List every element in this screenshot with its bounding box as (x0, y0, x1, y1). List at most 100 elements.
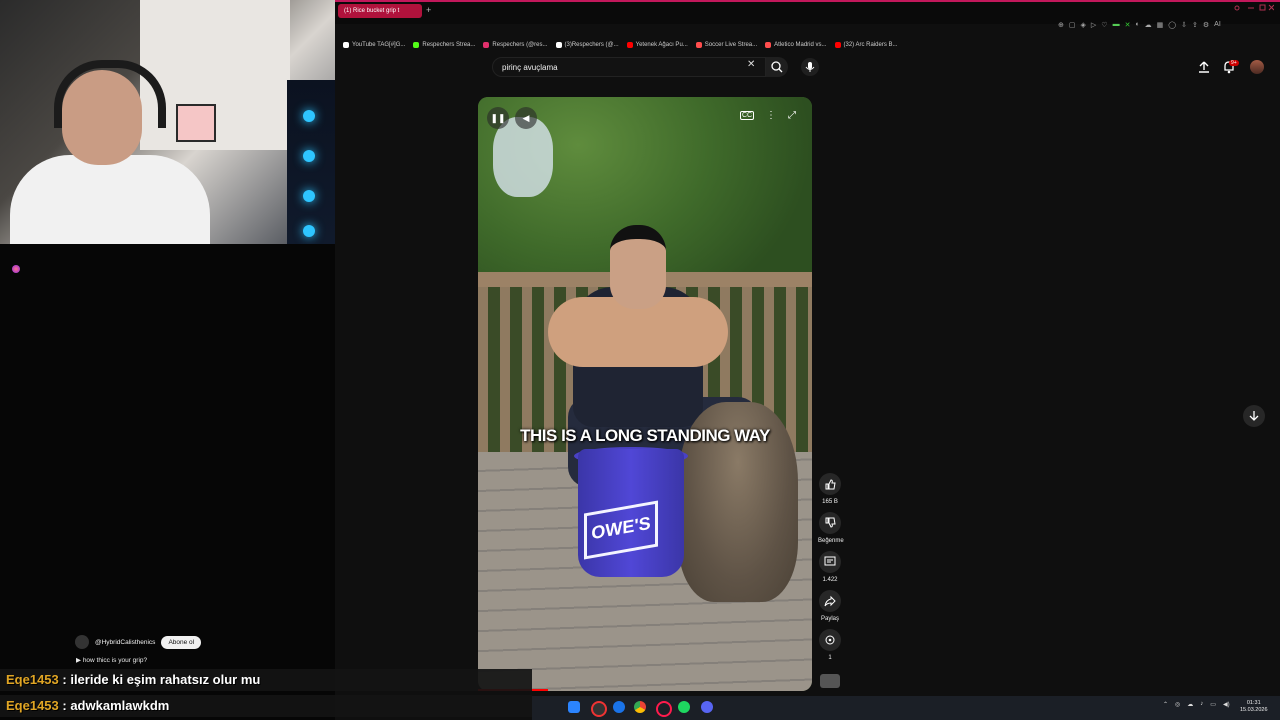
share-icon[interactable]: ⇪ (1192, 21, 1198, 35)
edge-icon[interactable] (613, 701, 625, 713)
chat-username: Eqe1453 (6, 698, 59, 713)
mute-button[interactable]: ◀ (515, 107, 537, 129)
obs-icon[interactable] (591, 701, 607, 717)
bookmark-favicon-icon (765, 42, 772, 48)
bookmark-item[interactable]: Atletico Madrid vs... (765, 38, 827, 52)
account-avatar[interactable] (1250, 60, 1264, 74)
shorts-video-player[interactable]: OWE'S (478, 97, 812, 691)
bookmark-label: Soccer Live Strea... (704, 42, 758, 48)
like-count: 165 B (822, 499, 838, 505)
subscribe-button[interactable]: Abone ol (161, 635, 202, 649)
browser-tab-active[interactable]: (1) Rice bucket grip t (338, 4, 422, 18)
chat-message: Eqe1453 : ileride ki eşim rahatsız olur … (0, 669, 532, 691)
create-upload-icon[interactable] (1197, 60, 1211, 79)
comments-button[interactable]: 1.422 (818, 551, 842, 583)
extension-icon[interactable]: ✕ (1125, 21, 1131, 35)
bookmark-item[interactable]: YouTube TAG[#]G... (343, 38, 405, 52)
bookmark-item[interactable]: Yetenek Ağacı Pu... (626, 38, 688, 52)
bookmark-item[interactable]: Soccer Live Strea... (695, 38, 758, 52)
video-title[interactable]: ▶ how thicc is your grip? (76, 656, 147, 664)
window-controls-icon[interactable] (1234, 4, 1275, 12)
cloud-icon[interactable]: ☁ (1187, 701, 1193, 708)
comment-count: 1.422 (822, 577, 838, 583)
chat-text: : ileride ki eşim rahatsız olur mu (62, 672, 261, 687)
next-video-button[interactable] (1243, 405, 1265, 427)
bookmark-favicon-icon (555, 42, 562, 48)
cc-icon: CC (742, 112, 753, 119)
mic-icon[interactable]: ♪ (1200, 701, 1203, 708)
bookmark-item[interactable]: (3)Respechers (@... (555, 38, 619, 52)
vpn-icon[interactable]: ◐ (1135, 21, 1139, 35)
sound-thumbnail[interactable] (820, 674, 840, 688)
bookmark-label: Respechers Strea... (422, 42, 476, 48)
download-icon[interactable]: ⇩ (1181, 21, 1187, 35)
browser-toolbar: ⊕ ▢ ◈ ▷ ♡ ▬ ✕ ◐ ☁ ▦ ◯ ⇩ ⇪ ⚙ AI (1058, 21, 1221, 35)
tab-title: (1) Rice bucket grip t (344, 8, 400, 14)
pc-case (287, 80, 335, 244)
comment-icon (824, 556, 836, 566)
dislike-label: Beğenme (818, 538, 844, 544)
more-options-icon[interactable]: ⋮ (766, 110, 776, 121)
steam-icon[interactable]: ◎ (1175, 701, 1180, 708)
fullscreen-icon[interactable]: ⤢ (788, 110, 796, 121)
search-input[interactable]: pirinç avuçlama (492, 57, 766, 77)
chrome-icon[interactable] (634, 701, 646, 713)
search-icon (771, 61, 783, 73)
cloud-icon[interactable]: ☁ (1145, 21, 1152, 35)
settings-icon[interactable]: ⚙ (1203, 21, 1209, 35)
captions-button[interactable]: CC (740, 111, 755, 120)
window-controls[interactable] (1234, 4, 1275, 14)
bookmark-item[interactable]: Respechers Strea... (413, 38, 475, 52)
chat-username: Eqe1453 (6, 672, 59, 687)
ai-label[interactable]: AI (1214, 21, 1221, 35)
bookmark-favicon-icon (483, 42, 490, 48)
volume-icon[interactable]: ◀) (1223, 701, 1230, 708)
clock-time: 01:31 (1246, 700, 1261, 706)
spotify-icon[interactable] (678, 701, 690, 713)
heart-icon[interactable]: ♡ (1101, 21, 1107, 35)
opera-icon[interactable] (656, 701, 672, 717)
channel-avatar[interactable] (75, 635, 89, 649)
remix-count: 1 (828, 655, 832, 661)
taskbar-clock[interactable]: 01:31 15.03.2026 (1240, 700, 1268, 714)
windows-start-icon[interactable] (568, 701, 580, 713)
search-button[interactable] (766, 57, 788, 77)
pin-icon[interactable]: ⊕ (1058, 21, 1064, 35)
puzzle-icon[interactable]: ▦ (1157, 21, 1164, 35)
chat-icon[interactable]: ◯ (1168, 21, 1176, 35)
bookmark-favicon-icon (343, 42, 349, 48)
bookmark-item[interactable]: Respechers (@res... (483, 38, 548, 52)
video-title-text: how thicc is your grip? (82, 657, 148, 664)
pause-button[interactable]: ❚❚ (487, 107, 509, 129)
clear-search-icon[interactable]: ✕ (747, 59, 755, 70)
remix-icon (825, 635, 835, 645)
thumbs-down-icon (825, 517, 836, 528)
bookmark-label: Atletico Madrid vs... (774, 42, 827, 48)
play-icon: ▶ (76, 657, 81, 664)
network-icon[interactable]: ▭ (1210, 701, 1216, 708)
bookmark-item[interactable]: (32) Arc Raiders B... (834, 38, 898, 52)
search-query: pirinç avuçlama (502, 63, 558, 72)
share-button[interactable]: Paylaş (818, 590, 842, 622)
microphone-icon (805, 62, 815, 72)
new-tab-button[interactable]: + (426, 5, 431, 15)
battery-icon[interactable]: ▬ (1113, 21, 1120, 35)
play-icon[interactable]: ▷ (1091, 21, 1096, 35)
shield-icon[interactable]: ◈ (1081, 21, 1086, 35)
bookmark-label: (3)Respechers (@... (564, 42, 619, 48)
chevron-up-icon[interactable]: ⌃ (1163, 701, 1168, 708)
voice-search-button[interactable] (801, 58, 819, 76)
bookmark-label: YouTube TAG[#]G... (352, 42, 406, 48)
discord-icon[interactable] (701, 701, 713, 713)
dislike-button[interactable]: Beğenme (818, 512, 844, 544)
channel-row: @HybridCalisthenics Abone ol (75, 635, 202, 649)
channel-name[interactable]: @HybridCalisthenics (95, 639, 155, 646)
tab-icon[interactable]: ▢ (1069, 21, 1076, 35)
video-caption: THIS IS A LONG STANDING WAY (520, 426, 770, 445)
like-button[interactable]: 165 B (818, 473, 842, 505)
remix-button[interactable]: 1 (818, 629, 842, 661)
share-label: Paylaş (820, 616, 839, 622)
bookmarks-bar: YouTube TAG[#]G... Respechers Strea... Res… (335, 38, 1280, 52)
system-tray[interactable]: ⌃ ◎ ☁ ♪ ▭ ◀) (1163, 701, 1230, 708)
bookmark-favicon-icon (834, 42, 841, 48)
